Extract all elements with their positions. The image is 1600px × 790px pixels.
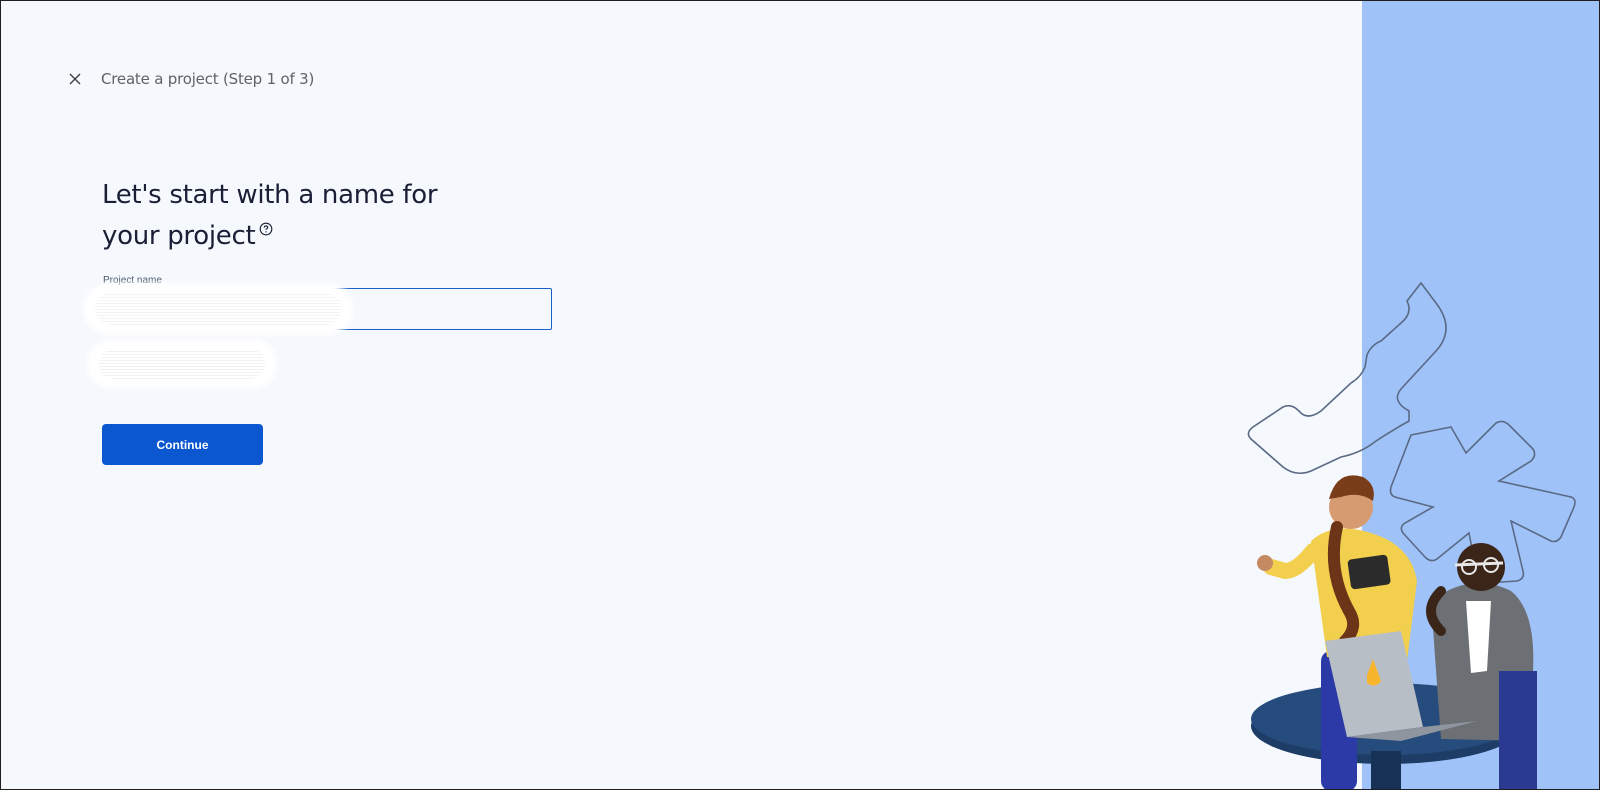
page-header: Create a project (Step 1 of 3): [65, 67, 314, 91]
continue-button[interactable]: Continue: [102, 424, 263, 465]
help-circle-icon[interactable]: [259, 222, 273, 236]
close-button[interactable]: [65, 69, 85, 89]
page-heading: Let's start with a name for your project: [102, 175, 482, 257]
create-project-page: Create a project (Step 1 of 3) Let's sta…: [0, 0, 1600, 790]
heading-line-2-wrap: your project: [102, 216, 482, 257]
redacted-overlay-helper: [91, 343, 273, 385]
heading-line-2: your project: [102, 221, 256, 251]
redacted-overlay: [87, 287, 349, 331]
people-illustration: [1247, 281, 1576, 789]
page-step-title: Create a project (Step 1 of 3): [101, 70, 315, 88]
heading-line-1: Let's start with a name for: [102, 180, 438, 210]
project-name-label: Project name: [103, 275, 162, 286]
close-icon: [69, 73, 81, 85]
